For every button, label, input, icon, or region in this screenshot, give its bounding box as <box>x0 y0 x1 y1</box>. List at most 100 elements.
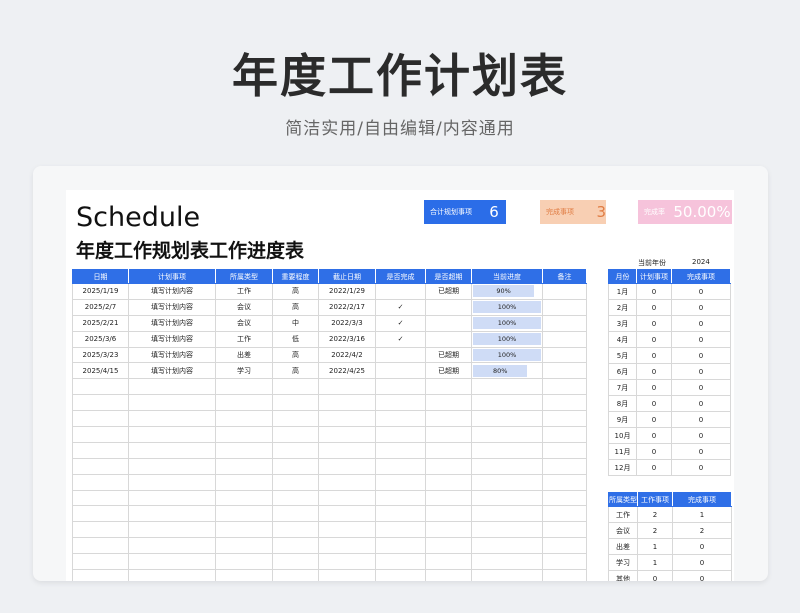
type-cell[interactable]: 0 <box>672 570 732 581</box>
month-cell[interactable]: 0 <box>671 363 731 380</box>
empty-cell[interactable] <box>375 489 426 507</box>
column-header[interactable]: 计划事项 <box>128 269 216 284</box>
empty-cell[interactable] <box>375 569 426 581</box>
cell-note[interactable] <box>542 314 587 332</box>
month-cell[interactable]: 5月 <box>608 347 637 364</box>
empty-cell[interactable] <box>471 553 543 571</box>
month-cell[interactable]: 0 <box>671 379 731 396</box>
empty-cell[interactable] <box>72 553 129 571</box>
empty-cell[interactable] <box>272 569 319 581</box>
cell-date[interactable]: 2025/2/7 <box>72 298 129 316</box>
empty-cell[interactable] <box>215 378 273 396</box>
empty-cell[interactable] <box>425 569 472 581</box>
empty-cell[interactable] <box>318 473 376 491</box>
empty-cell[interactable] <box>542 473 587 491</box>
cell-deadline[interactable]: 2022/1/29 <box>318 283 376 300</box>
empty-cell[interactable] <box>542 394 587 412</box>
type-cell[interactable]: 1 <box>637 554 673 571</box>
cell-date[interactable]: 2025/3/23 <box>72 346 129 364</box>
cell-priority[interactable]: 高 <box>272 298 319 316</box>
empty-cell[interactable] <box>72 489 129 507</box>
month-cell[interactable]: 6月 <box>608 363 637 380</box>
empty-cell[interactable] <box>215 426 273 443</box>
empty-cell[interactable] <box>318 553 376 571</box>
empty-cell[interactable] <box>272 473 319 491</box>
empty-cell[interactable] <box>471 569 543 581</box>
month-cell[interactable]: 0 <box>671 427 731 444</box>
cell-deadline[interactable]: 2022/4/25 <box>318 362 376 380</box>
empty-cell[interactable] <box>128 426 216 443</box>
empty-cell[interactable] <box>375 537 426 555</box>
cell-date[interactable]: 2025/2/21 <box>72 314 129 332</box>
empty-cell[interactable] <box>471 521 543 539</box>
month-cell[interactable]: 0 <box>636 299 672 316</box>
month-cell[interactable]: 0 <box>671 331 731 348</box>
cell-item[interactable]: 填写计划内容 <box>128 362 216 380</box>
empty-cell[interactable] <box>318 378 376 396</box>
progress-cell[interactable]: 80% <box>471 362 543 380</box>
cell-item[interactable]: 填写计划内容 <box>128 330 216 348</box>
empty-cell[interactable] <box>425 489 472 507</box>
empty-cell[interactable] <box>375 378 426 396</box>
cell-note[interactable] <box>542 330 587 348</box>
empty-cell[interactable] <box>215 505 273 523</box>
empty-cell[interactable] <box>128 505 216 523</box>
empty-cell[interactable] <box>272 378 319 396</box>
column-header[interactable]: 完成事项 <box>672 492 732 507</box>
empty-cell[interactable] <box>318 410 376 428</box>
cell-type[interactable]: 会议 <box>215 298 273 316</box>
empty-cell[interactable] <box>272 489 319 507</box>
empty-cell[interactable] <box>128 457 216 475</box>
progress-cell[interactable]: 100% <box>471 298 543 316</box>
empty-cell[interactable] <box>542 553 587 571</box>
empty-cell[interactable] <box>425 473 472 491</box>
empty-cell[interactable] <box>128 569 216 581</box>
type-cell[interactable]: 2 <box>672 522 732 539</box>
type-cell[interactable]: 出差 <box>608 538 638 555</box>
empty-cell[interactable] <box>72 505 129 523</box>
month-cell[interactable]: 0 <box>671 299 731 316</box>
empty-cell[interactable] <box>272 505 319 523</box>
empty-cell[interactable] <box>272 521 319 539</box>
cell-overdue[interactable]: 已超期 <box>425 362 472 380</box>
kpi-value[interactable]: 50.00% <box>672 203 732 221</box>
progress-cell[interactable]: 100% <box>471 330 543 348</box>
kpi-value[interactable]: 6 <box>482 203 506 221</box>
empty-cell[interactable] <box>425 378 472 396</box>
column-header[interactable]: 截止日期 <box>318 269 376 284</box>
month-cell[interactable]: 0 <box>636 459 672 476</box>
empty-cell[interactable] <box>542 505 587 523</box>
empty-cell[interactable] <box>375 521 426 539</box>
empty-cell[interactable] <box>128 537 216 555</box>
empty-cell[interactable] <box>72 473 129 491</box>
empty-cell[interactable] <box>318 441 376 459</box>
column-header[interactable]: 计划事项 <box>636 269 672 284</box>
empty-cell[interactable] <box>128 410 216 428</box>
empty-cell[interactable] <box>215 457 273 475</box>
column-header[interactable]: 所属类型 <box>215 269 273 284</box>
column-header[interactable]: 重要程度 <box>272 269 319 284</box>
column-header[interactable]: 当前进度 <box>471 269 543 284</box>
empty-cell[interactable] <box>318 505 376 523</box>
empty-cell[interactable] <box>471 505 543 523</box>
month-cell[interactable]: 9月 <box>608 411 637 428</box>
cell-deadline[interactable]: 2022/3/3 <box>318 314 376 332</box>
column-header[interactable]: 工作事项 <box>637 492 673 507</box>
empty-cell[interactable] <box>72 537 129 555</box>
empty-cell[interactable] <box>542 521 587 539</box>
cell-type[interactable]: 工作 <box>215 283 273 300</box>
month-cell[interactable]: 0 <box>671 283 731 300</box>
empty-cell[interactable] <box>128 394 216 412</box>
column-header[interactable]: 日期 <box>72 269 129 284</box>
month-cell[interactable]: 0 <box>636 443 672 460</box>
cell-deadline[interactable]: 2022/2/17 <box>318 298 376 316</box>
empty-cell[interactable] <box>375 441 426 459</box>
column-header[interactable]: 备注 <box>542 269 587 284</box>
empty-cell[interactable] <box>215 473 273 491</box>
column-header[interactable]: 是否超期 <box>425 269 472 284</box>
empty-cell[interactable] <box>375 457 426 475</box>
empty-cell[interactable] <box>215 489 273 507</box>
month-cell[interactable]: 0 <box>671 395 731 412</box>
empty-cell[interactable] <box>375 553 426 571</box>
empty-cell[interactable] <box>128 521 216 539</box>
